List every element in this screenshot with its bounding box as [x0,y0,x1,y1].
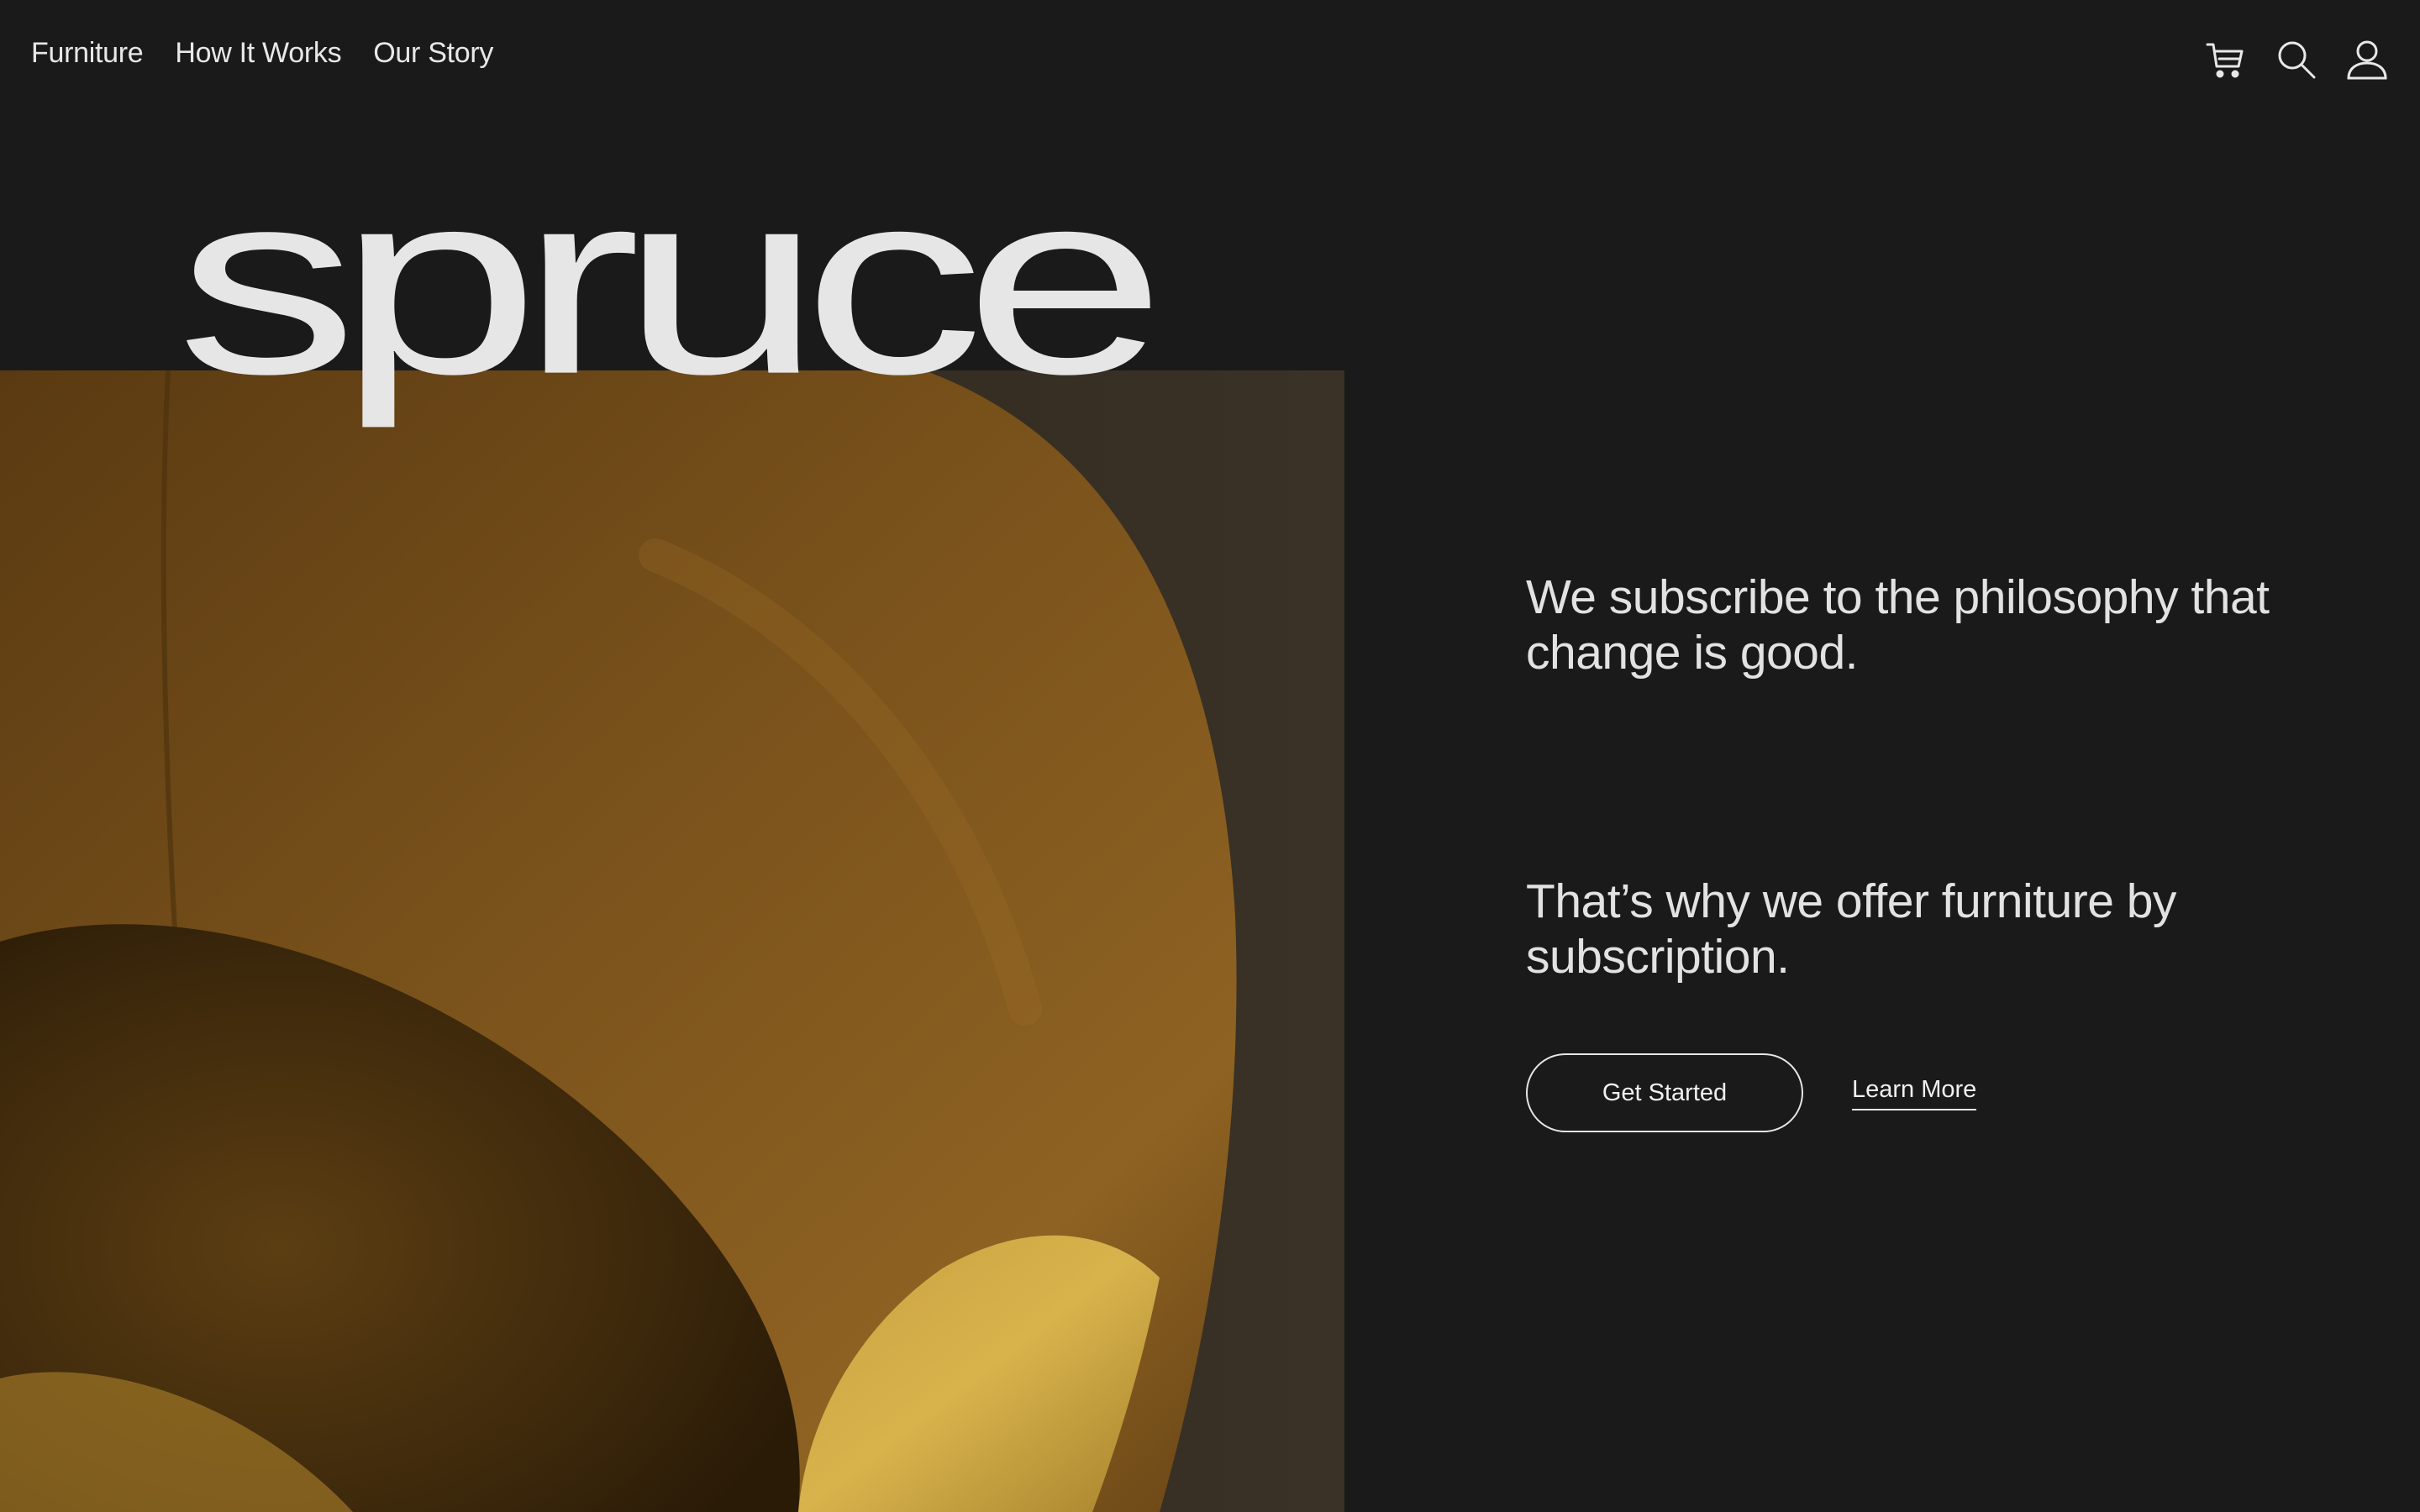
search-icon[interactable] [2274,37,2319,82]
nav-link-our-story[interactable]: Our Story [373,37,493,70]
cart-icon[interactable] [2203,37,2249,82]
hero-armchair-image [0,370,1344,1512]
primary-nav: Furniture How It Works Our Story [31,37,493,70]
hero-tagline-1: We subscribe to the philosophy that chan… [1526,570,2270,680]
account-icon[interactable] [2344,37,2390,82]
brand-wordmark: spruce [176,135,1166,428]
top-nav: Furniture How It Works Our Story [0,0,2420,109]
nav-link-furniture[interactable]: Furniture [31,37,144,70]
hero-tagline-2: That’s why we offer furniture by subscri… [1526,874,2176,984]
nav-link-how-it-works[interactable]: How It Works [175,37,341,70]
get-started-button[interactable]: Get Started [1526,1053,1803,1132]
learn-more-link[interactable]: Learn More [1852,1076,1977,1110]
nav-icon-group [2203,37,2390,82]
hero-actions: Get Started Learn More [1526,1053,1977,1132]
